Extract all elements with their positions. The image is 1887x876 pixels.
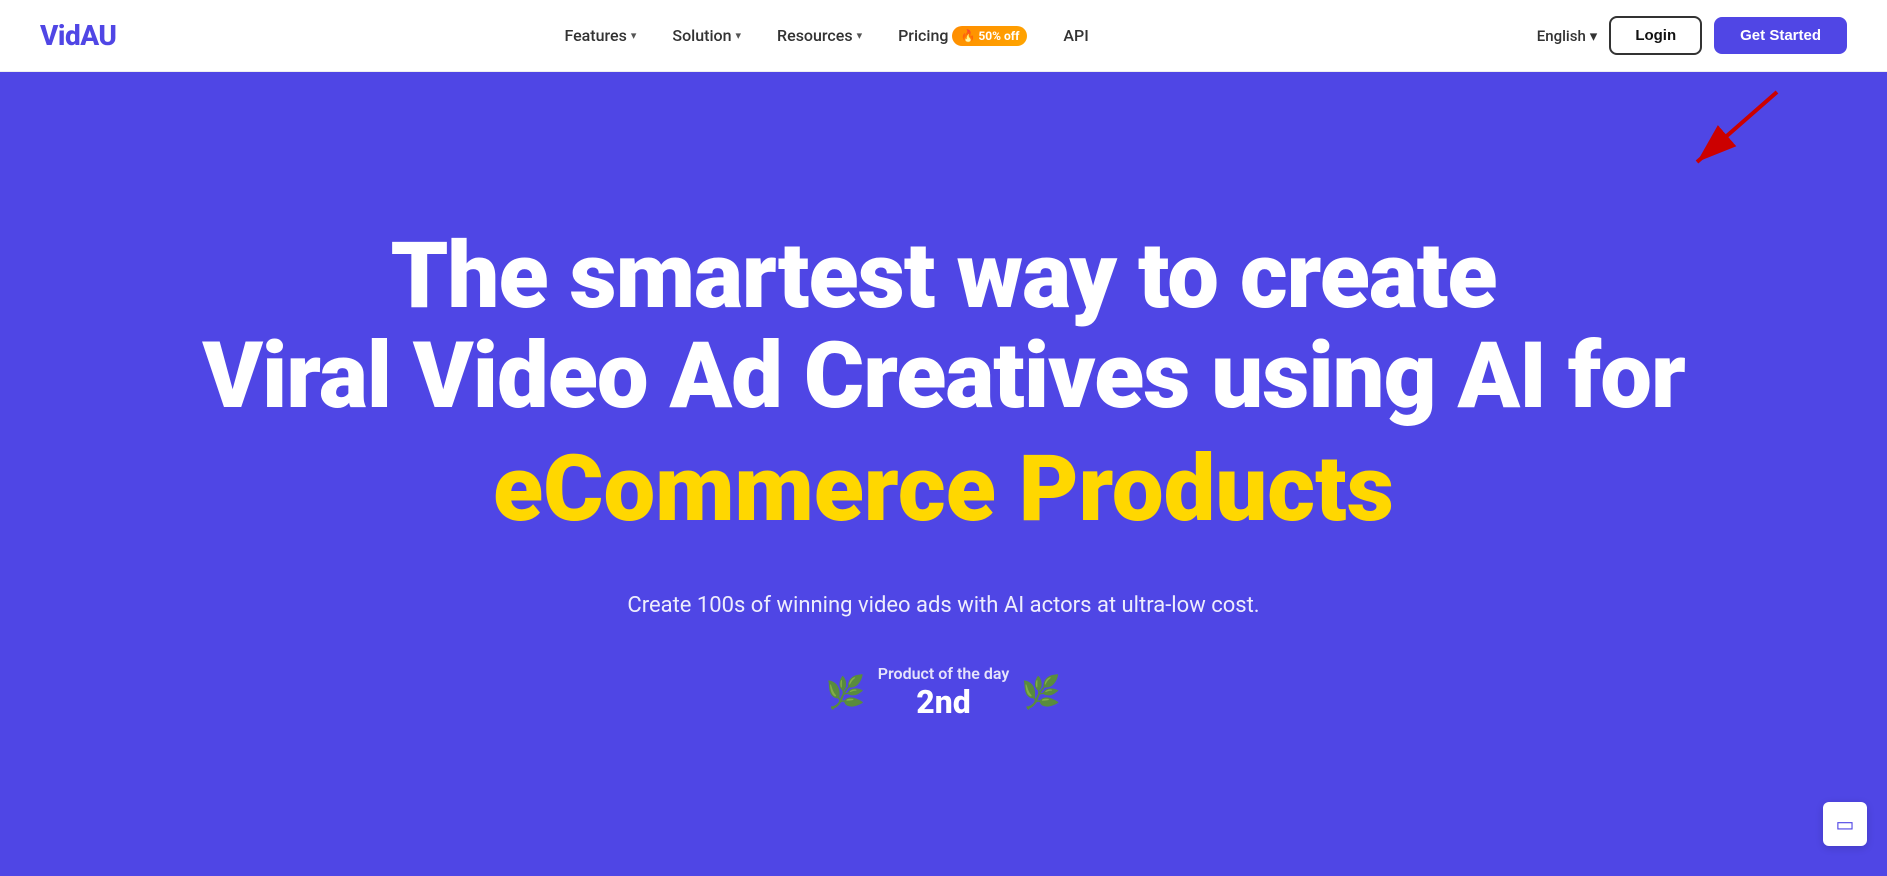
product-of-day: Product of the day 2nd [878,664,1010,721]
navbar: VidAU Features ▾ Solution ▾ Resources ▾ … [0,0,1887,72]
fire-icon: 🔥 [960,29,975,43]
nav-label-resources: Resources [777,26,853,45]
laurel-left-icon: 🌿 [826,673,866,711]
hero-section: The smartest way to create Viral Video A… [0,72,1887,876]
laurel-right-icon: 🌿 [1021,673,1061,711]
logo[interactable]: VidAU [40,19,116,52]
hero-highlight: eCommerce Products [493,436,1394,543]
nav-item-resources[interactable]: Resources ▾ [777,26,862,45]
hero-title-line2: Viral Video Ad Creatives using AI for [202,323,1685,430]
nav-item-features[interactable]: Features ▾ [564,26,636,45]
chevron-down-icon: ▾ [857,29,863,42]
language-selector[interactable]: English ▾ [1537,27,1598,45]
nav-label-pricing: Pricing [898,26,948,45]
get-started-button[interactable]: Get Started [1714,17,1847,54]
product-of-day-label: Product of the day [878,664,1010,683]
language-label: English [1537,27,1586,45]
annotation-arrow [1667,82,1787,182]
chevron-down-icon: ▾ [736,29,742,42]
nav-label-solution: Solution [672,26,731,45]
nav-label-api: API [1063,26,1088,45]
login-button[interactable]: Login [1609,16,1702,55]
discount-badge: 🔥 50% off [952,26,1027,46]
nav-label-features: Features [564,26,626,45]
nav-item-api[interactable]: API [1063,26,1088,45]
chevron-down-icon: ▾ [1590,27,1598,45]
hero-title: The smartest way to create Viral Video A… [202,227,1685,426]
nav-item-solution[interactable]: Solution ▾ [672,26,741,45]
hero-subtitle: Create 100s of winning video ads with AI… [627,593,1259,618]
chat-widget[interactable]: ▭ [1823,802,1867,846]
nav-item-pricing[interactable]: Pricing 🔥 50% off [898,26,1027,46]
chevron-down-icon: ▾ [631,29,637,42]
hero-title-line1: The smartest way to create [391,223,1497,330]
product-rank: 2nd [878,683,1010,721]
chat-icon: ▭ [1836,812,1855,836]
product-badge: 🌿 Product of the day 2nd 🌿 [826,664,1061,721]
nav-actions: English ▾ Login Get Started [1537,16,1847,55]
nav-links: Features ▾ Solution ▾ Resources ▾ Pricin… [564,26,1088,46]
